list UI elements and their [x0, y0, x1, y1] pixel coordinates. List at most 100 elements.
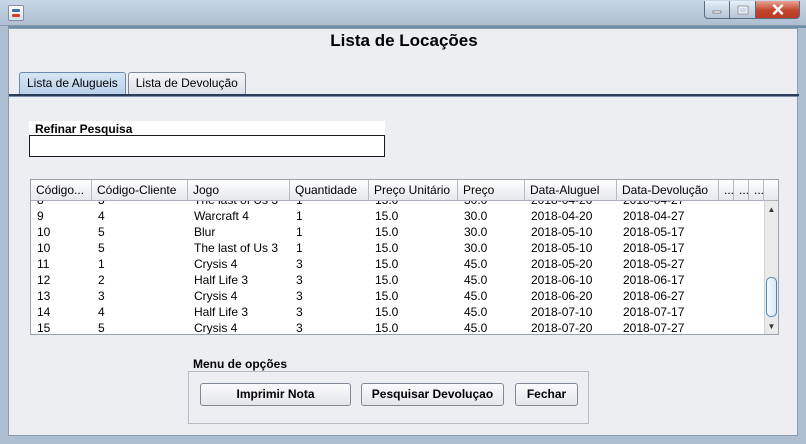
table-cell: 2018-05-17 [623, 241, 685, 255]
table-cell: Crysis 4 [194, 289, 238, 303]
table-cell: 15.0 [375, 273, 399, 287]
column-header[interactable]: ... [749, 180, 764, 201]
column-header[interactable]: Preço [458, 180, 525, 201]
page-title: Lista de Locações [330, 31, 478, 50]
table-cell [734, 224, 749, 240]
table-cell [734, 320, 749, 334]
table-cell: 15.0 [375, 289, 399, 303]
table-row[interactable]: 14 4 Half Life 3 3 15.0 45.0 2018-07-10 2018-07… [31, 304, 764, 320]
table-cell: 30.0 [458, 201, 525, 208]
table-cell: 45.0 [464, 273, 488, 287]
table-cell [749, 288, 764, 304]
table-cell: 3 [296, 321, 303, 334]
filter-panel: Refinar Pesquisa [29, 121, 385, 157]
table-cell [749, 201, 764, 208]
table-cell [749, 224, 764, 240]
close-window-button[interactable] [756, 1, 800, 19]
table-cell: 15.0 [375, 209, 399, 223]
table-cell [734, 201, 749, 208]
search-input[interactable] [29, 135, 385, 157]
tab-lista-de-alugueis[interactable]: Lista de Alugueis [19, 72, 126, 94]
column-header[interactable]: Código... [31, 180, 92, 201]
table-scrollbar[interactable]: ▲ ▼ [764, 201, 778, 334]
table-cell: 2018-06-20 [531, 289, 593, 303]
table-cell: 2018-04-27 [617, 201, 719, 208]
maximize-button[interactable] [730, 1, 756, 19]
column-header[interactable]: Código-Cliente [92, 180, 188, 201]
table-cell: 10 [37, 225, 51, 239]
table-cell [719, 201, 734, 208]
table-row[interactable]: 13 3 Crysis 4 3 15.0 45.0 2018-06-20 2018-06-27 [31, 288, 764, 304]
table-cell [719, 224, 734, 240]
search-return-button[interactable]: Pesquisar Devoluçao [361, 383, 504, 406]
print-receipt-button[interactable]: Imprimir Nota [200, 383, 351, 406]
column-header[interactable]: Jogo [188, 180, 290, 201]
column-header[interactable]: ... [719, 180, 734, 201]
scroll-up-icon[interactable]: ▲ [765, 202, 778, 216]
table-cell [734, 240, 749, 256]
table-cell: Half Life 3 [194, 305, 249, 319]
table-row[interactable]: 15 5 Crysis 4 3 15.0 45.0 2018-07-20 2018-07-27 [31, 320, 764, 334]
table-cell: 4 [98, 209, 105, 223]
window-titlebar [0, 0, 806, 26]
table-cell: 1 [296, 241, 303, 255]
table-row[interactable]: 10 5 Blur 1 15.0 30.0 2018-05-10 2018-05-17 [31, 224, 764, 240]
options-menu-panel: Imprimir Nota Pesquisar Devoluçao Fechar [188, 371, 589, 424]
table-cell: 10 [37, 241, 51, 255]
minimize-button[interactable] [704, 1, 730, 19]
table-cell: 45.0 [464, 305, 488, 319]
table-cell: 2018-05-17 [623, 225, 685, 239]
table-header-corner [764, 180, 778, 201]
table-cell: 12 [37, 273, 51, 287]
maximize-icon [737, 5, 748, 14]
column-header[interactable]: Quantidade [290, 180, 369, 201]
table-cell: 2018-04-20 [525, 201, 617, 208]
table-cell [719, 240, 734, 256]
table-cell: 13 [37, 289, 51, 303]
scrollbar-thumb[interactable] [766, 277, 777, 317]
table-body: 83The last of Us 3115.030.02018-04-20201… [31, 201, 764, 334]
table-cell: 45.0 [464, 321, 488, 334]
close-button[interactable]: Fechar [515, 383, 578, 406]
column-header[interactable]: ... [734, 180, 749, 201]
table-cell: 2018-05-20 [531, 257, 593, 271]
table-cell [719, 208, 734, 224]
tab-lista-de-devolucao[interactable]: Lista de Devolução [127, 72, 246, 94]
table-cell: 2018-07-20 [531, 321, 593, 334]
table-cell: 2018-07-10 [531, 305, 593, 319]
tab-separator [9, 94, 799, 97]
table-cell [749, 320, 764, 334]
table-cell [719, 304, 734, 320]
table-cell: 45.0 [464, 257, 488, 271]
table-cell [719, 256, 734, 272]
table-cell: 5 [98, 225, 105, 239]
column-header[interactable]: Data-Aluguel [525, 180, 617, 201]
column-header[interactable]: Preço Unitário [369, 180, 458, 201]
table-cell: Blur [194, 225, 216, 239]
table-cell: 30.0 [464, 225, 488, 239]
java-app-icon [8, 5, 24, 21]
table-row[interactable]: 9 4 Warcraft 4 1 15.0 30.0 2018-04-20 2018-04-2… [31, 208, 764, 224]
table-row[interactable]: 10 5 The last of Us 3 1 15.0 30.0 2018-05-10 20… [31, 240, 764, 256]
table-cell: 15.0 [375, 257, 399, 271]
table-cell: 3 [296, 305, 303, 319]
scroll-down-icon[interactable]: ▼ [765, 319, 778, 333]
table-cell: 45.0 [464, 289, 488, 303]
table-row[interactable]: 83The last of Us 3115.030.02018-04-20201… [31, 201, 764, 208]
table-row[interactable]: 11 1 Crysis 4 3 15.0 45.0 2018-05-20 2018-05-27 [31, 256, 764, 272]
window-border-right [798, 28, 806, 444]
window-border-bottom [0, 436, 806, 444]
window-controls [704, 1, 800, 19]
table-cell [719, 288, 734, 304]
table-cell: The last of Us 3 [194, 241, 279, 255]
table-cell: 15 [37, 321, 51, 334]
table-row[interactable]: 12 2 Half Life 3 3 15.0 45.0 2018-06-10 2018-06… [31, 272, 764, 288]
table-cell: Crysis 4 [194, 321, 238, 334]
tab-bar: Lista de Alugueis Lista de Devolução [19, 72, 248, 94]
table-cell [749, 304, 764, 320]
table-cell [734, 272, 749, 288]
column-header[interactable]: Data-Devolução [617, 180, 719, 201]
window-border-left [0, 26, 8, 444]
table-cell [734, 256, 749, 272]
table-cell: 2018-06-10 [531, 273, 593, 287]
